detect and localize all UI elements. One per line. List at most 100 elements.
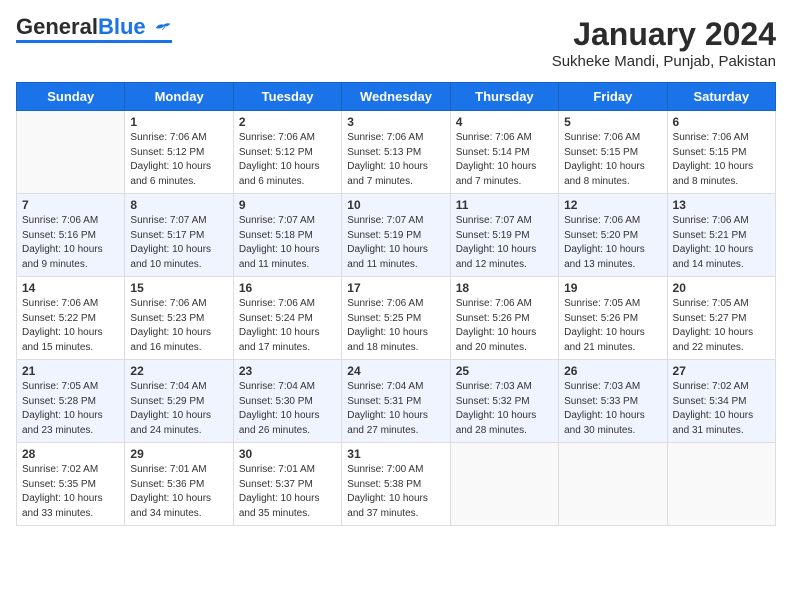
day-number: 12 [564,198,661,212]
calendar-cell: 14 Sunrise: 7:06 AMSunset: 5:22 PMDayligh… [17,277,125,360]
day-info: Sunrise: 7:06 AMSunset: 5:26 PMDaylight:… [456,297,553,355]
day-number: 24 [347,364,444,378]
day-info: Sunrise: 7:06 AMSunset: 5:22 PMDaylight:… [22,297,119,355]
calendar-cell: 1 Sunrise: 7:06 AMSunset: 5:12 PMDaylight… [125,111,233,194]
weekday-header-thursday: Thursday [450,83,558,111]
calendar-cell: 25 Sunrise: 7:03 AMSunset: 5:32 PMDayligh… [450,360,558,443]
week-row-4: 21Sunrise: 7:05 AMSunset: 5:28 PMDayligh… [17,360,776,443]
calendar-cell [667,443,775,526]
day-info: Sunrise: 7:06 AMSunset: 5:24 PMDaylight:… [239,297,336,355]
logo: GeneralBlue [16,16,172,43]
title-block: January 2024 Sukheke Mandi, Punjab, Paki… [552,16,776,70]
day-number: 22 [130,364,227,378]
calendar-cell: 23 Sunrise: 7:04 AMSunset: 5:30 PMDayligh… [233,360,341,443]
day-info: Sunrise: 7:04 AMSunset: 5:30 PMDaylight:… [239,380,336,438]
day-info: Sunrise: 7:05 AMSunset: 5:26 PMDaylight:… [564,297,661,355]
calendar-cell: 15Sunrise: 7:06 AMSunset: 5:23 PMDayligh… [125,277,233,360]
calendar-table: SundayMondayTuesdayWednesdayThursdayFrid… [16,82,776,526]
calendar-cell [17,111,125,194]
calendar-cell: 12 Sunrise: 7:06 AMSunset: 5:20 PMDayligh… [559,194,667,277]
calendar-cell [559,443,667,526]
calendar-cell: 13 Sunrise: 7:06 AMSunset: 5:21 PMDayligh… [667,194,775,277]
day-info: Sunrise: 7:06 AMSunset: 5:25 PMDaylight:… [347,297,444,355]
calendar-cell: 26Sunrise: 7:03 AMSunset: 5:33 PMDayligh… [559,360,667,443]
calendar-cell: 22 Sunrise: 7:04 AMSunset: 5:29 PMDayligh… [125,360,233,443]
day-info: Sunrise: 7:05 AMSunset: 5:27 PMDaylight:… [673,297,770,355]
day-info: Sunrise: 7:06 AMSunset: 5:14 PMDaylight:… [456,131,553,189]
day-info: Sunrise: 7:06 AMSunset: 5:12 PMDaylight:… [239,131,336,189]
day-info: Sunrise: 7:00 AMSunset: 5:38 PMDaylight:… [347,463,444,521]
weekday-header-saturday: Saturday [667,83,775,111]
day-info: Sunrise: 7:04 AMSunset: 5:29 PMDaylight:… [130,380,227,438]
week-row-1: 1 Sunrise: 7:06 AMSunset: 5:12 PMDaylight… [17,111,776,194]
calendar-cell: 24 Sunrise: 7:04 AMSunset: 5:31 PMDayligh… [342,360,450,443]
day-number: 3 [347,115,444,129]
day-number: 11 [456,198,553,212]
day-info: Sunrise: 7:07 AMSunset: 5:18 PMDaylight:… [239,214,336,272]
day-info: Sunrise: 7:02 AMSunset: 5:34 PMDaylight:… [673,380,770,438]
day-info: Sunrise: 7:04 AMSunset: 5:31 PMDaylight:… [347,380,444,438]
calendar-cell: 18Sunrise: 7:06 AMSunset: 5:26 PMDayligh… [450,277,558,360]
calendar-cell: 29Sunrise: 7:01 AMSunset: 5:36 PMDayligh… [125,443,233,526]
calendar-cell: 10Sunrise: 7:07 AMSunset: 5:19 PMDayligh… [342,194,450,277]
calendar-cell [450,443,558,526]
day-number: 19 [564,281,661,295]
calendar-cell: 31 Sunrise: 7:00 AMSunset: 5:38 PMDayligh… [342,443,450,526]
calendar-cell: 16 Sunrise: 7:06 AMSunset: 5:24 PMDayligh… [233,277,341,360]
calendar-cell: 7Sunrise: 7:06 AMSunset: 5:16 PMDaylight… [17,194,125,277]
calendar-cell: 4Sunrise: 7:06 AMSunset: 5:14 PMDaylight… [450,111,558,194]
day-number: 16 [239,281,336,295]
day-info: Sunrise: 7:06 AMSunset: 5:16 PMDaylight:… [22,214,119,272]
weekday-header-sunday: Sunday [17,83,125,111]
day-number: 31 [347,447,444,461]
day-number: 20 [673,281,770,295]
day-number: 1 [130,115,227,129]
day-number: 13 [673,198,770,212]
calendar-cell: 6 Sunrise: 7:06 AMSunset: 5:15 PMDaylight… [667,111,775,194]
calendar-cell: 28Sunrise: 7:02 AMSunset: 5:35 PMDayligh… [17,443,125,526]
day-info: Sunrise: 7:06 AMSunset: 5:12 PMDaylight:… [130,131,227,189]
day-info: Sunrise: 7:06 AMSunset: 5:15 PMDaylight:… [673,131,770,189]
calendar-cell: 17Sunrise: 7:06 AMSunset: 5:25 PMDayligh… [342,277,450,360]
day-info: Sunrise: 7:07 AMSunset: 5:19 PMDaylight:… [456,214,553,272]
calendar-cell: 19 Sunrise: 7:05 AMSunset: 5:26 PMDayligh… [559,277,667,360]
day-number: 9 [239,198,336,212]
weekday-header-monday: Monday [125,83,233,111]
day-info: Sunrise: 7:01 AMSunset: 5:37 PMDaylight:… [239,463,336,521]
calendar-cell: 27 Sunrise: 7:02 AMSunset: 5:34 PMDayligh… [667,360,775,443]
day-info: Sunrise: 7:06 AMSunset: 5:23 PMDaylight:… [130,297,227,355]
weekday-header-tuesday: Tuesday [233,83,341,111]
day-info: Sunrise: 7:07 AMSunset: 5:19 PMDaylight:… [347,214,444,272]
week-row-5: 28Sunrise: 7:02 AMSunset: 5:35 PMDayligh… [17,443,776,526]
logo-general: General [16,14,98,39]
week-row-2: 7Sunrise: 7:06 AMSunset: 5:16 PMDaylight… [17,194,776,277]
logo-blue: Blue [98,14,146,39]
week-row-3: 14 Sunrise: 7:06 AMSunset: 5:22 PMDayligh… [17,277,776,360]
day-number: 23 [239,364,336,378]
day-number: 25 [456,364,553,378]
logo-text: GeneralBlue [16,16,172,38]
weekday-header-wednesday: Wednesday [342,83,450,111]
day-info: Sunrise: 7:03 AMSunset: 5:33 PMDaylight:… [564,380,661,438]
day-number: 6 [673,115,770,129]
calendar-cell: 30Sunrise: 7:01 AMSunset: 5:37 PMDayligh… [233,443,341,526]
calendar-cell: 8Sunrise: 7:07 AMSunset: 5:17 PMDaylight… [125,194,233,277]
calendar-cell: 5Sunrise: 7:06 AMSunset: 5:15 PMDaylight… [559,111,667,194]
day-number: 28 [22,447,119,461]
day-number: 27 [673,364,770,378]
calendar-title: January 2024 [552,16,776,53]
calendar-cell: 21Sunrise: 7:05 AMSunset: 5:28 PMDayligh… [17,360,125,443]
weekday-header-friday: Friday [559,83,667,111]
day-info: Sunrise: 7:03 AMSunset: 5:32 PMDaylight:… [456,380,553,438]
calendar-cell: 2 Sunrise: 7:06 AMSunset: 5:12 PMDaylight… [233,111,341,194]
day-info: Sunrise: 7:06 AMSunset: 5:15 PMDaylight:… [564,131,661,189]
day-number: 14 [22,281,119,295]
day-info: Sunrise: 7:06 AMSunset: 5:20 PMDaylight:… [564,214,661,272]
day-info: Sunrise: 7:06 AMSunset: 5:21 PMDaylight:… [673,214,770,272]
calendar-cell: 11 Sunrise: 7:07 AMSunset: 5:19 PMDayligh… [450,194,558,277]
page-header: GeneralBlue January 2024 Sukheke Mandi, … [16,16,776,70]
logo-underline [16,40,172,43]
day-info: Sunrise: 7:01 AMSunset: 5:36 PMDaylight:… [130,463,227,521]
calendar-cell: 9 Sunrise: 7:07 AMSunset: 5:18 PMDaylight… [233,194,341,277]
day-number: 2 [239,115,336,129]
